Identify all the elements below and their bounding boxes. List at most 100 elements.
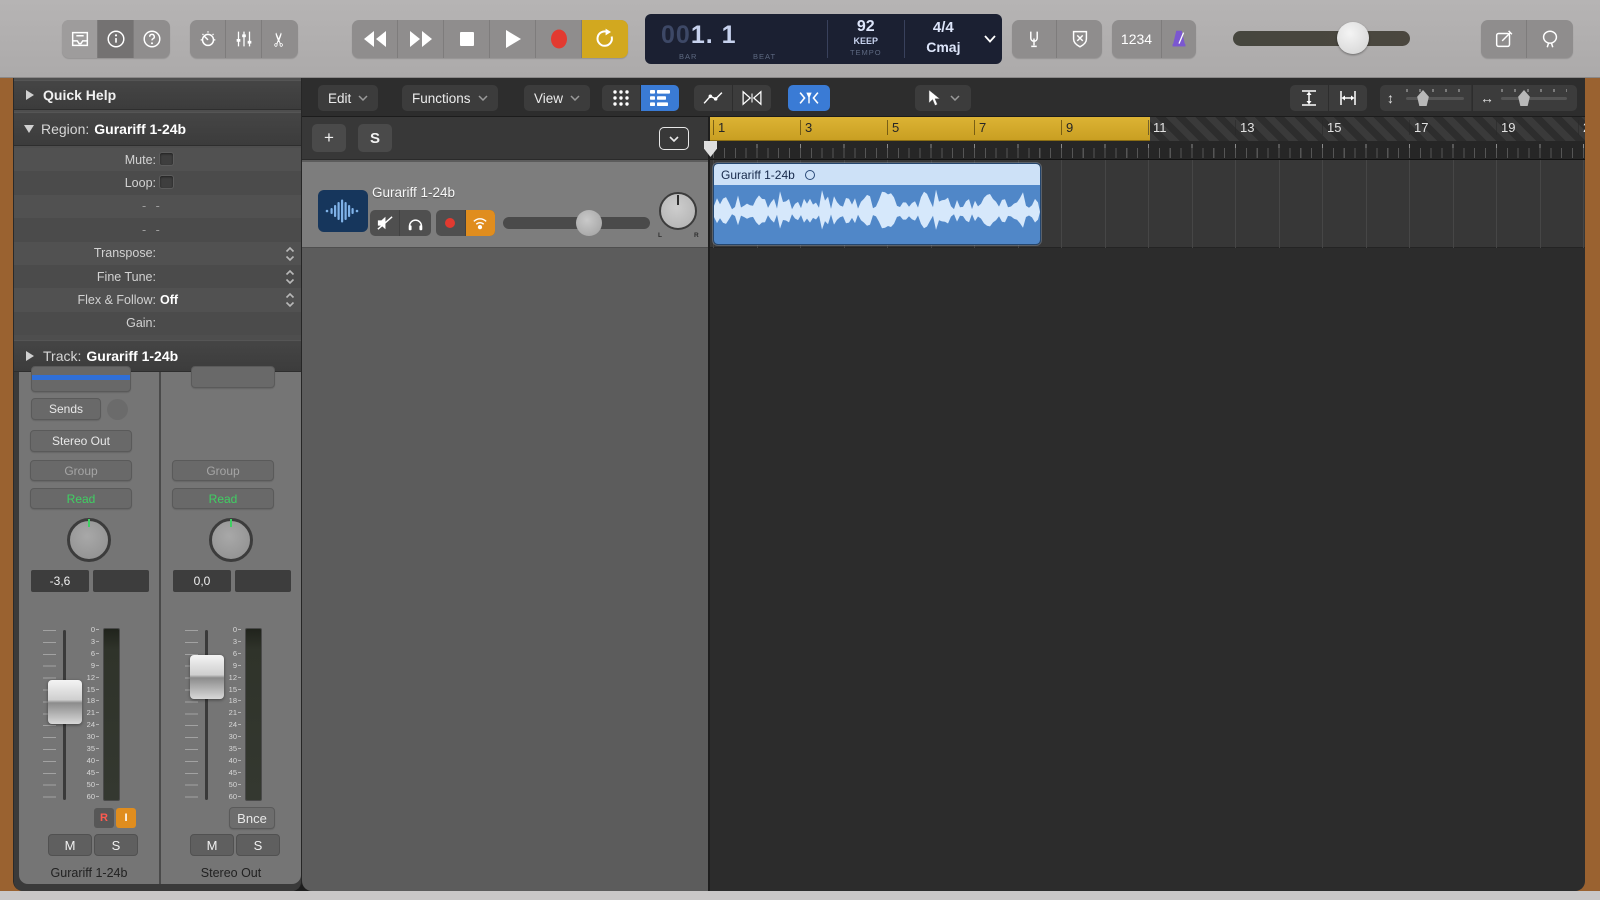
bounce-button[interactable]: Bnce: [229, 807, 275, 829]
region-header[interactable]: Gurariff 1-24b: [714, 164, 1040, 185]
library-button[interactable]: [62, 20, 98, 58]
pan-knob[interactable]: [67, 518, 111, 562]
tool-selector[interactable]: [915, 85, 971, 111]
volume-fader[interactable]: [190, 655, 224, 699]
tracks-view-button[interactable]: [641, 85, 679, 111]
horizontal-zoom-thumb[interactable]: [1517, 90, 1531, 106]
track-name[interactable]: Gurariff 1-24b: [372, 185, 455, 200]
solo-button[interactable]: S: [236, 834, 280, 856]
smart-controls-button[interactable]: [190, 20, 226, 58]
transpose-stepper[interactable]: [285, 246, 295, 262]
tuner-button[interactable]: [1012, 20, 1057, 58]
horizontal-zoom-icon: ↔: [1480, 90, 1494, 106]
record-enable-button[interactable]: [436, 210, 466, 236]
group-button[interactable]: Group: [30, 460, 132, 481]
track-pan-knob[interactable]: [659, 192, 697, 230]
solo-button[interactable]: S: [94, 834, 138, 856]
vertical-auto-zoom-button[interactable]: [1290, 85, 1328, 111]
grid-view-button[interactable]: [602, 85, 640, 111]
flex-button[interactable]: [733, 85, 771, 111]
cycle-button[interactable]: [582, 20, 628, 58]
audio-region[interactable]: Gurariff 1-24b: [713, 163, 1041, 245]
vertical-zoom-thumb[interactable]: [1416, 90, 1430, 106]
channel-setting-button[interactable]: [191, 366, 275, 388]
automation-label: Read: [209, 492, 238, 506]
metronome-button[interactable]: [1162, 20, 1196, 58]
mixer-button[interactable]: [226, 20, 262, 58]
horizontal-fit-icon: [1339, 89, 1357, 107]
automation-mode-button[interactable]: Read: [172, 488, 274, 509]
vertical-zoom-slider[interactable]: [1406, 97, 1464, 100]
region-inspector-header[interactable]: Region: Gurariff 1-24b: [14, 112, 301, 146]
param-dash: - -: [142, 199, 163, 213]
fine-tune-stepper[interactable]: [285, 269, 295, 285]
flex-stepper[interactable]: [285, 292, 295, 308]
track-solo-button[interactable]: [400, 210, 430, 236]
region-loop-icon[interactable]: [805, 170, 815, 180]
add-track-button[interactable]: +: [312, 124, 346, 152]
automation-mode-button[interactable]: Read: [30, 488, 132, 509]
loop-browser-button[interactable]: [1527, 20, 1573, 58]
input-monitoring-button[interactable]: [466, 210, 495, 236]
edit-menu[interactable]: Edit: [318, 85, 378, 111]
volume-value[interactable]: 0,0: [173, 570, 231, 592]
editors-button[interactable]: ✂: [262, 20, 298, 58]
input-monitor-button[interactable]: I: [116, 808, 136, 828]
track-volume-thumb[interactable]: [576, 210, 602, 236]
automation-button[interactable]: [694, 85, 732, 111]
tracks-window: Edit Functions View: [302, 78, 1585, 891]
group-button[interactable]: Group: [172, 460, 274, 481]
peak-value[interactable]: [235, 570, 291, 592]
functions-menu[interactable]: Functions: [402, 85, 498, 111]
solo-off-button[interactable]: [1057, 20, 1102, 58]
view-menu[interactable]: View: [524, 85, 590, 111]
track-solo-mode-button[interactable]: S: [358, 124, 392, 152]
param-label: Transpose:: [94, 246, 156, 260]
quick-help-header[interactable]: Quick Help: [14, 80, 301, 110]
track-lanes[interactable]: Gurariff 1-24b: [710, 160, 1585, 891]
track-mute-button[interactable]: [370, 210, 400, 236]
mute-button[interactable]: M: [48, 834, 92, 856]
send-knob[interactable]: [107, 399, 128, 420]
mute-button[interactable]: M: [190, 834, 234, 856]
rewind-button[interactable]: [352, 20, 398, 58]
play-button[interactable]: [490, 20, 536, 58]
forward-button[interactable]: [398, 20, 444, 58]
track-header-row[interactable]: Gurariff 1-24b L R: [302, 162, 709, 248]
track-header-options-button[interactable]: [659, 127, 689, 150]
volume-value[interactable]: -3,6: [31, 570, 89, 592]
note-pads-button[interactable]: [1481, 20, 1527, 58]
cycle-range[interactable]: [710, 117, 1150, 141]
ruler-label: 17: [1409, 120, 1428, 135]
peak-value[interactable]: [93, 570, 149, 592]
snap-button[interactable]: [788, 85, 830, 111]
master-volume-thumb[interactable]: [1337, 22, 1369, 54]
lcd-time-signature: 4/4: [905, 19, 983, 36]
bounce-label: Bnce: [237, 811, 267, 826]
channel-setting-button[interactable]: [31, 366, 131, 392]
track-icon[interactable]: [318, 190, 368, 232]
count-in-button[interactable]: 1234: [1112, 20, 1162, 58]
bar-ruler[interactable]: 1 3 5 7 9 11 13 15 17 19 21: [710, 117, 1585, 160]
output-button[interactable]: Stereo Out: [30, 430, 132, 452]
volume-fader[interactable]: [48, 680, 82, 724]
horizontal-zoom-slider[interactable]: [1501, 97, 1567, 100]
horizontal-auto-zoom-button[interactable]: [1329, 85, 1367, 111]
flex-value[interactable]: Off: [160, 293, 178, 307]
mute-checkbox[interactable]: [159, 152, 174, 166]
ruler-label: 1: [713, 120, 725, 135]
loop-checkbox[interactable]: [159, 175, 174, 189]
record-button[interactable]: [536, 20, 582, 58]
lcd-display[interactable]: 001. 1 BAR BEAT 92 KEEP TEMPO 4/4 Cmaj: [645, 14, 1002, 64]
lcd-menu-chevron-wrap[interactable]: [982, 14, 1002, 64]
scissors-icon: ✂: [268, 31, 291, 47]
inspector-panel: Quick Help Region: Gurariff 1-24b Mute: …: [13, 78, 302, 891]
param-row-gain: Gain:: [14, 312, 302, 335]
stop-button[interactable]: [444, 20, 490, 58]
sends-button[interactable]: Sends: [31, 398, 101, 420]
master-volume-slider[interactable]: [1233, 31, 1410, 46]
pan-knob[interactable]: [209, 518, 253, 562]
inspector-button[interactable]: [98, 20, 134, 58]
record-ready-button[interactable]: R: [94, 808, 114, 828]
quick-help-button[interactable]: [134, 20, 170, 58]
